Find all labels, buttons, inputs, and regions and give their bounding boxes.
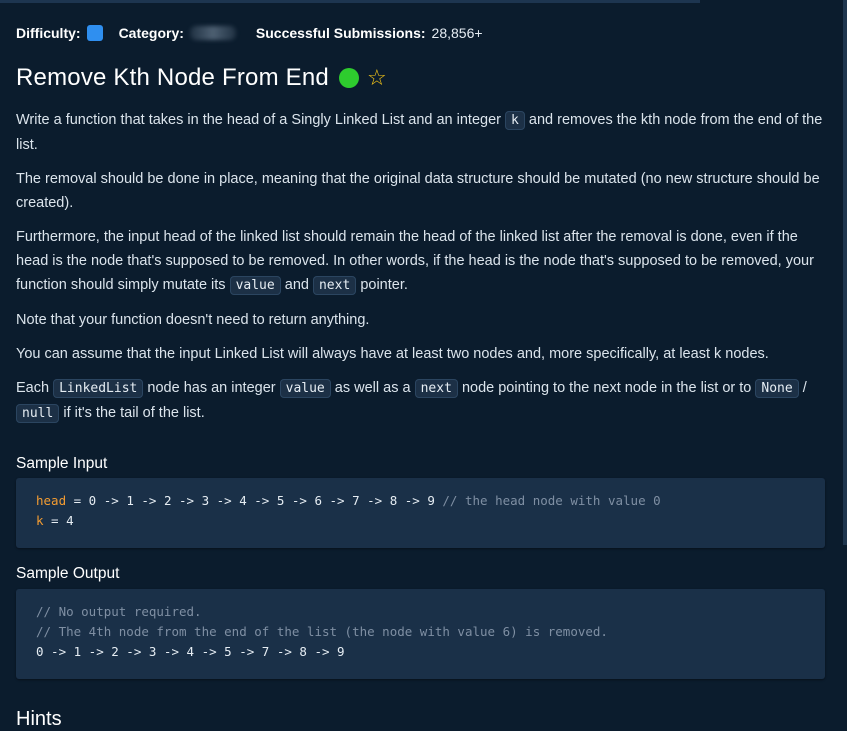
sample-input-code: head = 0 -> 1 -> 2 -> 3 -> 4 -> 5 -> 6 -…	[16, 478, 825, 548]
inline-code: value	[229, 276, 281, 295]
code-variable: k	[36, 513, 44, 528]
question-description: Write a function that takes in the head …	[16, 108, 826, 436]
title-row: Remove Kth Node From End ☆	[16, 63, 387, 93]
text: /	[802, 380, 807, 396]
question-meta: Difficulty: Category: Successful Submiss…	[16, 24, 483, 42]
code-variable: head	[36, 493, 67, 508]
code-text: = 0 -> 1 -> 2 -> 3 -> 4 -> 5 -> 6 -> 7 -…	[66, 493, 443, 508]
code-line: 0 -> 1 -> 2 -> 3 -> 4 -> 5 -> 7 -> 8 -> …	[36, 644, 345, 659]
inline-code: None	[755, 379, 799, 398]
description-paragraph: You can assume that the input Linked Lis…	[16, 346, 769, 362]
description-paragraph: Each LinkedList node has an integer valu…	[16, 376, 826, 426]
text: node pointing to the next node in the li…	[461, 380, 752, 396]
submissions-label: Successful Submissions:	[255, 25, 426, 41]
sample-input-heading: Sample Input	[16, 455, 108, 472]
code-comment: // the head node with value 0	[442, 493, 661, 508]
text: pointer.	[360, 277, 408, 293]
code-text: = 4	[43, 513, 74, 528]
sample-output-heading: Sample Output	[16, 565, 120, 582]
inline-code: LinkedList	[53, 379, 144, 398]
inline-code: next	[312, 276, 357, 295]
text: if it's the tail of the list.	[63, 405, 205, 421]
top-divider	[0, 0, 700, 3]
difficulty-label: Difficulty:	[16, 25, 81, 41]
star-outline-icon[interactable]: ☆	[367, 67, 387, 89]
text: and	[284, 277, 309, 293]
text: Each	[16, 380, 50, 396]
inline-code: value	[279, 379, 331, 398]
question-title: Remove Kth Node From End	[16, 64, 329, 91]
sample-output-code: // No output required. // The 4th node f…	[16, 589, 825, 679]
code-comment: // No output required.	[36, 604, 202, 619]
submissions-value: 28,856+	[431, 25, 483, 41]
category-label: Category:	[118, 25, 184, 41]
text: Furthermore, the input head of the linke…	[16, 229, 814, 293]
inline-code: next	[414, 379, 458, 398]
description-paragraph: The removal should be done in place, mea…	[16, 171, 820, 211]
description-paragraph: Write a function that takes in the head …	[16, 108, 826, 157]
hints-heading: Hints	[16, 708, 62, 730]
panel-scrollbar[interactable]	[843, 0, 847, 545]
category-value-blurred	[189, 26, 236, 40]
code-comment: // The 4th node from the end of the list…	[36, 624, 608, 639]
difficulty-indicator	[86, 25, 103, 41]
inline-code: null	[16, 404, 60, 423]
text: as well as a	[334, 380, 411, 396]
code-line: head = 0 -> 1 -> 2 -> 3 -> 4 -> 5 -> 6 -…	[36, 491, 805, 511]
code-line: k = 4	[36, 511, 805, 531]
inline-code: k	[505, 111, 525, 130]
text: node has an integer	[147, 380, 276, 396]
description-paragraph: Furthermore, the input head of the linke…	[16, 225, 826, 298]
description-paragraph: Note that your function doesn't need to …	[16, 312, 370, 328]
text: Write a function that takes in the head …	[16, 112, 501, 128]
completed-status-icon	[338, 68, 359, 88]
